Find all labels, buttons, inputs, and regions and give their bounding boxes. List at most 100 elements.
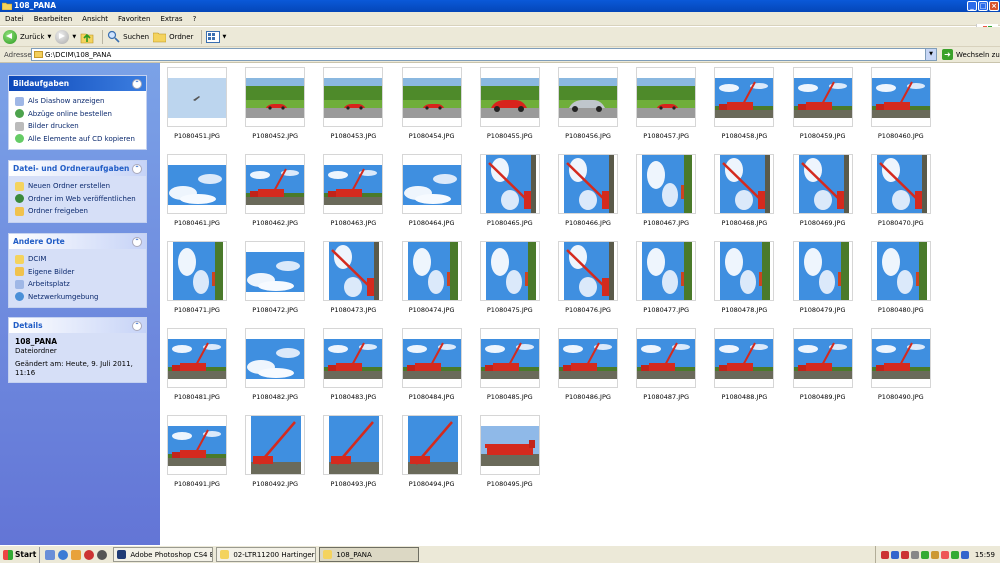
file-thumbnail[interactable]: P1080457.JPG [636,67,697,140]
menu-extras[interactable]: Extras [160,15,182,23]
file-thumbnail[interactable]: P1080488.JPG [714,328,775,401]
file-thumbnail[interactable]: P1080479.JPG [792,241,853,314]
file-thumbnail[interactable]: P1080477.JPG [636,241,697,314]
menu-datei[interactable]: Datei [5,15,24,23]
address-input[interactable]: G:\DCIM\108_PANA ▼ [31,48,937,61]
file-thumbnail[interactable]: P1080465.JPG [479,154,540,227]
task-slideshow[interactable]: Als Diashow anzeigen [15,95,140,108]
file-thumbnail[interactable]: P1080467.JPG [636,154,697,227]
file-thumbnail[interactable]: P1080473.JPG [323,241,384,314]
file-thumbnail[interactable]: P1080458.JPG [714,67,775,140]
up-folder-button[interactable] [80,28,94,46]
tray-icon[interactable] [930,550,939,559]
file-thumbnail[interactable]: P1080476.JPG [558,241,618,314]
panel-details-header[interactable]: Details ⌃ [9,318,146,333]
file-thumbnail[interactable]: P1080493.JPG [323,415,384,488]
file-thumbnail[interactable]: P1080463.JPG [323,154,384,227]
go-button[interactable]: ➜ Wechseln zu [942,49,1000,60]
start-button[interactable]: Start [0,546,41,563]
task-copy-cd[interactable]: Alle Elemente auf CD kopieren [15,133,140,146]
tray-icon[interactable] [880,550,889,559]
file-thumbnail[interactable]: P1080475.JPG [479,241,540,314]
file-thumbnail[interactable]: P1080486.JPG [558,328,618,401]
folders-button[interactable]: Ordner [153,28,193,46]
taskbar-item-explorer[interactable]: 108_PANA [319,547,420,562]
file-thumbnail[interactable]: P1080456.JPG [558,67,618,140]
file-thumbnail[interactable]: P1080453.JPG [323,67,384,140]
tray-icon[interactable] [940,550,949,559]
file-thumbnail[interactable]: P1080468.JPG [714,154,775,227]
panel-picture-tasks-header[interactable]: Bildaufgaben ⌃ [9,76,146,91]
file-thumbnail[interactable]: P1080484.JPG [401,328,462,401]
place-network[interactable]: Netzwerkumgebung [15,291,140,304]
search-button[interactable]: Suchen [107,28,149,46]
file-thumbnail[interactable]: P1080471.JPG [167,241,227,314]
desktop-icon[interactable] [45,549,56,560]
collapse-icon[interactable]: ⌃ [132,236,142,247]
file-thumbnail[interactable]: P1080469.JPG [792,154,853,227]
collapse-icon[interactable]: ⌃ [132,320,142,331]
menu-favoriten[interactable]: Favoriten [118,15,150,23]
tray-icon[interactable] [910,550,919,559]
file-thumbnail[interactable]: P1080460.JPG [870,67,931,140]
forward-button[interactable]: ▼ [55,28,76,46]
panel-file-tasks-header[interactable]: Datei- und Ordneraufgaben ⌃ [9,161,146,176]
file-thumbnail[interactable]: P1080462.JPG [245,154,306,227]
media-icon[interactable] [97,549,108,560]
ie-icon[interactable] [58,549,69,560]
maximize-button[interactable]: □ [978,1,988,11]
minimize-button[interactable]: _ [967,1,977,11]
back-button[interactable]: Zurück ▼ [3,28,51,46]
file-thumbnail[interactable]: P1080454.JPG [401,67,462,140]
file-thumbnail[interactable]: P1080464.JPG [401,154,462,227]
task-share-folder[interactable]: Ordner freigeben [15,205,140,218]
file-thumbnail[interactable]: P1080470.JPG [870,154,931,227]
tray-icon[interactable] [900,550,909,559]
menu-ansicht[interactable]: Ansicht [82,15,108,23]
address-dropdown[interactable]: ▼ [925,49,936,60]
place-dcim[interactable]: DCIM [15,253,140,266]
task-order-prints[interactable]: Abzüge online bestellen [15,108,140,121]
file-thumbnail[interactable]: P1080474.JPG [401,241,462,314]
views-button[interactable]: ▼ [206,28,226,46]
file-thumbnail[interactable]: P1080478.JPG [714,241,775,314]
file-thumbnail[interactable]: P1080491.JPG [167,415,227,488]
file-thumbnail[interactable]: P1080480.JPG [870,241,931,314]
file-thumbnail[interactable]: P1080472.JPG [245,241,306,314]
file-thumbnail[interactable]: P1080451.JPG [167,67,227,140]
taskbar-item-document[interactable]: 02-LTR11200 Hartinger ... [216,547,317,562]
collapse-icon[interactable]: ⌃ [132,163,142,174]
place-my-pictures[interactable]: Eigene Bilder [15,266,140,279]
task-publish-web[interactable]: Ordner im Web veröffentlichen [15,193,140,206]
close-button[interactable]: × [989,1,999,11]
file-thumbnail[interactable]: P1080481.JPG [167,328,227,401]
file-thumbnail[interactable]: P1080485.JPG [479,328,540,401]
tray-icon[interactable] [950,550,959,559]
file-thumbnail[interactable]: P1080489.JPG [792,328,853,401]
file-thumbnail[interactable]: P1080483.JPG [323,328,384,401]
file-thumbnail[interactable]: P1080466.JPG [558,154,618,227]
file-thumbnail[interactable]: P1080459.JPG [792,67,853,140]
taskbar-item-photoshop[interactable]: Adobe Photoshop CS4 E... [113,547,214,562]
firefox-icon[interactable] [71,549,82,560]
place-my-computer[interactable]: Arbeitsplatz [15,278,140,291]
opera-icon[interactable] [84,549,95,560]
file-thumbnail[interactable]: P1080495.JPG [479,415,540,488]
menu-help[interactable]: ? [193,15,197,23]
tray-icon[interactable] [890,550,899,559]
file-thumbnail[interactable]: P1080482.JPG [245,328,306,401]
file-thumbnail[interactable]: P1080461.JPG [167,154,227,227]
collapse-icon[interactable]: ⌃ [132,78,142,89]
panel-other-places-header[interactable]: Andere Orte ⌃ [9,234,146,249]
file-thumbnail[interactable]: P1080494.JPG [401,415,462,488]
file-thumbnail[interactable]: P1080455.JPG [479,67,540,140]
file-thumbnail[interactable]: P1080492.JPG [245,415,306,488]
menu-bearbeiten[interactable]: Bearbeiten [34,15,72,23]
task-print[interactable]: Bilder drucken [15,120,140,133]
task-new-folder[interactable]: Neuen Ordner erstellen [15,180,140,193]
file-thumbnail[interactable]: P1080452.JPG [245,67,306,140]
tray-icon[interactable] [920,550,929,559]
file-thumbnail[interactable]: P1080490.JPG [870,328,931,401]
tray-icon[interactable] [960,550,969,559]
file-thumbnail[interactable]: P1080487.JPG [636,328,697,401]
